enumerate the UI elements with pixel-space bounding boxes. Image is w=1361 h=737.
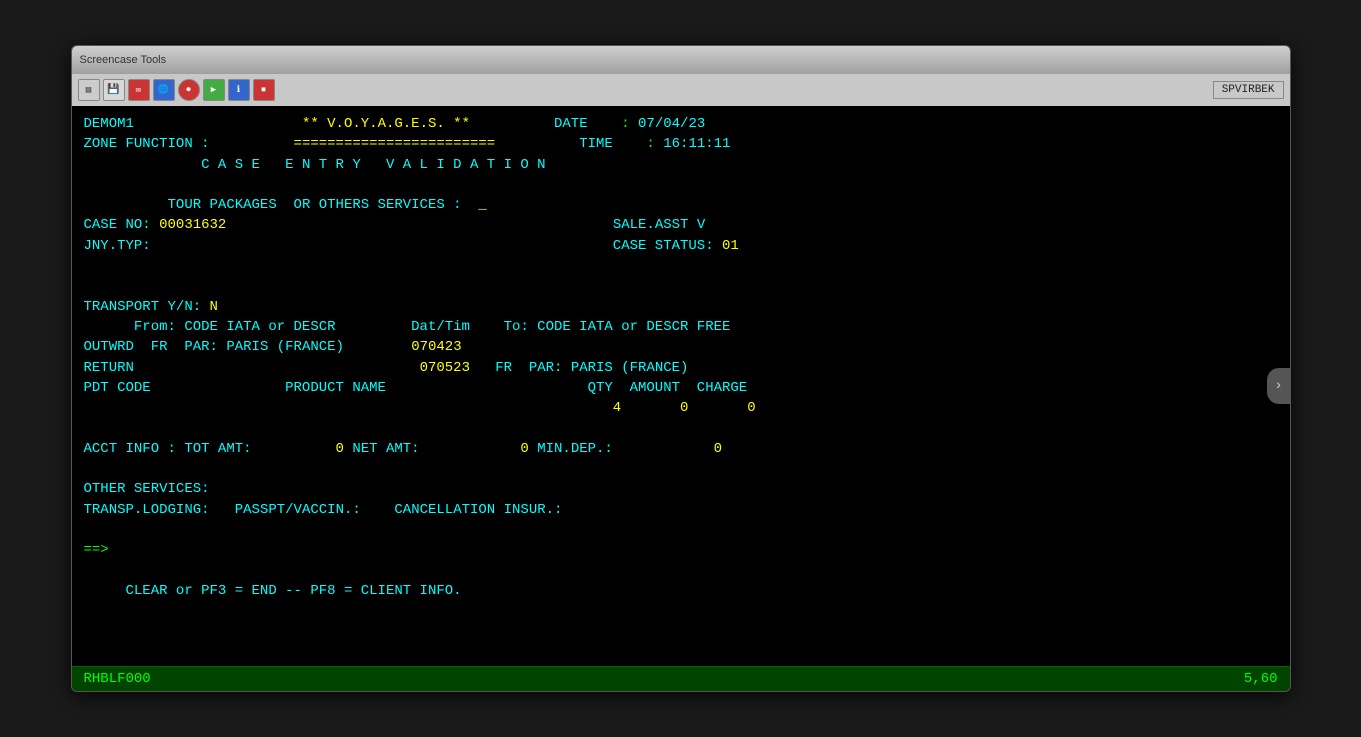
separator-line: ======================== — [294, 136, 496, 152]
terminal-line-7: JNY.TYP: CASE STATUS: 01 — [84, 236, 1278, 256]
terminal-line-5: TOUR PACKAGES OR OTHERS SERVICES : _ — [84, 195, 1278, 215]
toolbar: ▤ 💾 ✉ 🌐 ⏺ ▶ ℹ ⏹ SPVIRBEK — [72, 74, 1290, 106]
toolbar-btn-play[interactable]: ▶ — [203, 79, 225, 101]
corner-badge: SPVIRBEK — [1213, 81, 1284, 99]
terminal-line-3: C A S E E N T R Y V A L I D A T I O N — [84, 155, 1278, 175]
cancellation-label: CANCELLATION INSUR.: — [394, 502, 562, 518]
zone-function-label: ZONE FUNCTION : — [84, 136, 210, 152]
toolbar-btn-info[interactable]: ℹ — [228, 79, 250, 101]
page-title: C A S E E N T R Y V A L I D A T I O N — [201, 157, 545, 173]
date-value: 07/04/23 — [638, 116, 705, 132]
terminal-line-13: RETURN 070523 FR PAR: PARIS (FRANCE) — [84, 358, 1278, 378]
terminal-screen[interactable]: DEMOM1 ** V.O.Y.A.G.E.S. ** DATE : 07/04… — [72, 106, 1290, 666]
toolbar-btn-globe[interactable]: 🌐 — [153, 79, 175, 101]
terminal-line-blank4 — [84, 418, 1278, 438]
title-bar: Screencase Tools — [72, 46, 1290, 74]
terminal-line-17: ACCT INFO : TOT AMT: 0 NET AMT: 0 MIN.DE… — [84, 439, 1278, 459]
terminal-line-12: OUTWRD FR PAR: PARIS (FRANCE) 070423 — [84, 337, 1278, 357]
tour-packages-label: TOUR PACKAGES OR OTHERS SERVICES : — [168, 197, 462, 213]
from-header: From: CODE IATA or DESCR Dat/Tim To: COD… — [84, 319, 731, 335]
status-program: RHBLF000 — [84, 671, 151, 687]
help-text: CLEAR or PF3 = END -- PF8 = CLIENT INFO. — [84, 583, 462, 599]
terminal-line-blank7 — [84, 561, 1278, 581]
net-amt-value: 0 — [520, 441, 528, 457]
acct-info-label: ACCT INFO : TOT AMT: — [84, 441, 252, 457]
case-status-value: 01 — [722, 238, 739, 254]
tot-amt-value: 0 — [336, 441, 344, 457]
terminal-line-19: OTHER SERVICES: — [84, 479, 1278, 499]
app-title: ** V.O.Y.A.G.E.S. ** — [302, 116, 470, 132]
pdt-code-header: PDT CODE PRODUCT NAME QTY AMOUNT CHARGE — [84, 380, 748, 396]
terminal-line-blank5 — [84, 459, 1278, 479]
return-date: 070523 — [420, 360, 470, 376]
transport-value: N — [210, 299, 218, 315]
terminal-line-blank6 — [84, 520, 1278, 540]
toolbar-btn-record[interactable]: ⏺ — [178, 79, 200, 101]
jny-typ-label: JNY.TYP: — [84, 238, 151, 254]
terminal-line-blank3 — [84, 276, 1278, 296]
terminal-line-22: ==> — [84, 540, 1278, 560]
tour-packages-cursor: _ — [478, 197, 486, 213]
date-label: DATE — [554, 116, 588, 132]
terminal-line-blank1 — [84, 175, 1278, 195]
toolbar-btn-email[interactable]: ✉ — [128, 79, 150, 101]
toolbar-btn-2[interactable]: 💾 — [103, 79, 125, 101]
title-bar-text: Screencase Tools — [80, 54, 167, 66]
terminal-line-1: DEMOM1 ** V.O.Y.A.G.E.S. ** DATE : 07/04… — [84, 114, 1278, 134]
sale-asst-label: SALE.ASST V — [613, 217, 705, 233]
toolbar-btn-stop[interactable]: ⏹ — [253, 79, 275, 101]
min-dep-label: MIN.DEP.: — [529, 441, 613, 457]
toolbar-btn-1[interactable]: ▤ — [78, 79, 100, 101]
terminal-line-6: CASE NO: 00031632 SALE.ASST V — [84, 215, 1278, 235]
min-dep-value: 0 — [714, 441, 722, 457]
main-window: Screencase Tools ▤ 💾 ✉ 🌐 ⏺ ▶ ℹ ⏹ SP — [71, 45, 1291, 692]
transport-label: TRANSPORT Y/N: — [84, 299, 210, 315]
outwrd-date: 070423 — [411, 339, 461, 355]
terminal-line-blank2 — [84, 256, 1278, 276]
terminal-line-11: From: CODE IATA or DESCR Dat/Tim To: COD… — [84, 317, 1278, 337]
terminal-line-15: 4 0 0 — [84, 398, 1278, 418]
charge-value: 0 — [747, 400, 755, 416]
terminal-line-20: TRANSP.LODGING: PASSPT/VACCIN.: CANCELLA… — [84, 500, 1278, 520]
system-id: DEMOM1 — [84, 116, 134, 132]
status-bar: RHBLF000 5,60 — [72, 666, 1290, 691]
outwrd-label: OUTWRD — [84, 339, 134, 355]
terminal-line-10: TRANSPORT Y/N: N — [84, 297, 1278, 317]
net-amt-label: NET AMT: — [344, 441, 420, 457]
transp-lodging-label: TRANSP.LODGING: — [84, 502, 210, 518]
time-label: TIME — [579, 136, 613, 152]
passpt-vaccin-label: PASSPT/VACCIN.: — [235, 502, 361, 518]
outwrd-fr: FR PAR: PARIS (FRANCE) — [151, 339, 344, 355]
case-no-label: CASE NO: — [84, 217, 160, 233]
other-services-label: OTHER SERVICES: — [84, 481, 210, 497]
terminal-line-2: ZONE FUNCTION : ========================… — [84, 134, 1278, 154]
return-label: RETURN — [84, 360, 134, 376]
prompt-arrow: ==> — [84, 542, 109, 558]
scroll-indicator[interactable]: › — [1267, 368, 1291, 404]
terminal-container: DEMOM1 ** V.O.Y.A.G.E.S. ** DATE : 07/04… — [72, 106, 1290, 666]
qty-value: 4 — [613, 400, 621, 416]
status-position: 5,60 — [1244, 671, 1278, 687]
title-bar-left: Screencase Tools — [80, 54, 167, 66]
terminal-line-24: CLEAR or PF3 = END -- PF8 = CLIENT INFO. — [84, 581, 1278, 601]
terminal-line-14: PDT CODE PRODUCT NAME QTY AMOUNT CHARGE — [84, 378, 1278, 398]
time-value: 16:11:11 — [663, 136, 730, 152]
case-status-label: CASE STATUS: — [613, 238, 722, 254]
case-no-value: 00031632 — [159, 217, 226, 233]
return-destination: FR PAR: PARIS (FRANCE) — [495, 360, 688, 376]
